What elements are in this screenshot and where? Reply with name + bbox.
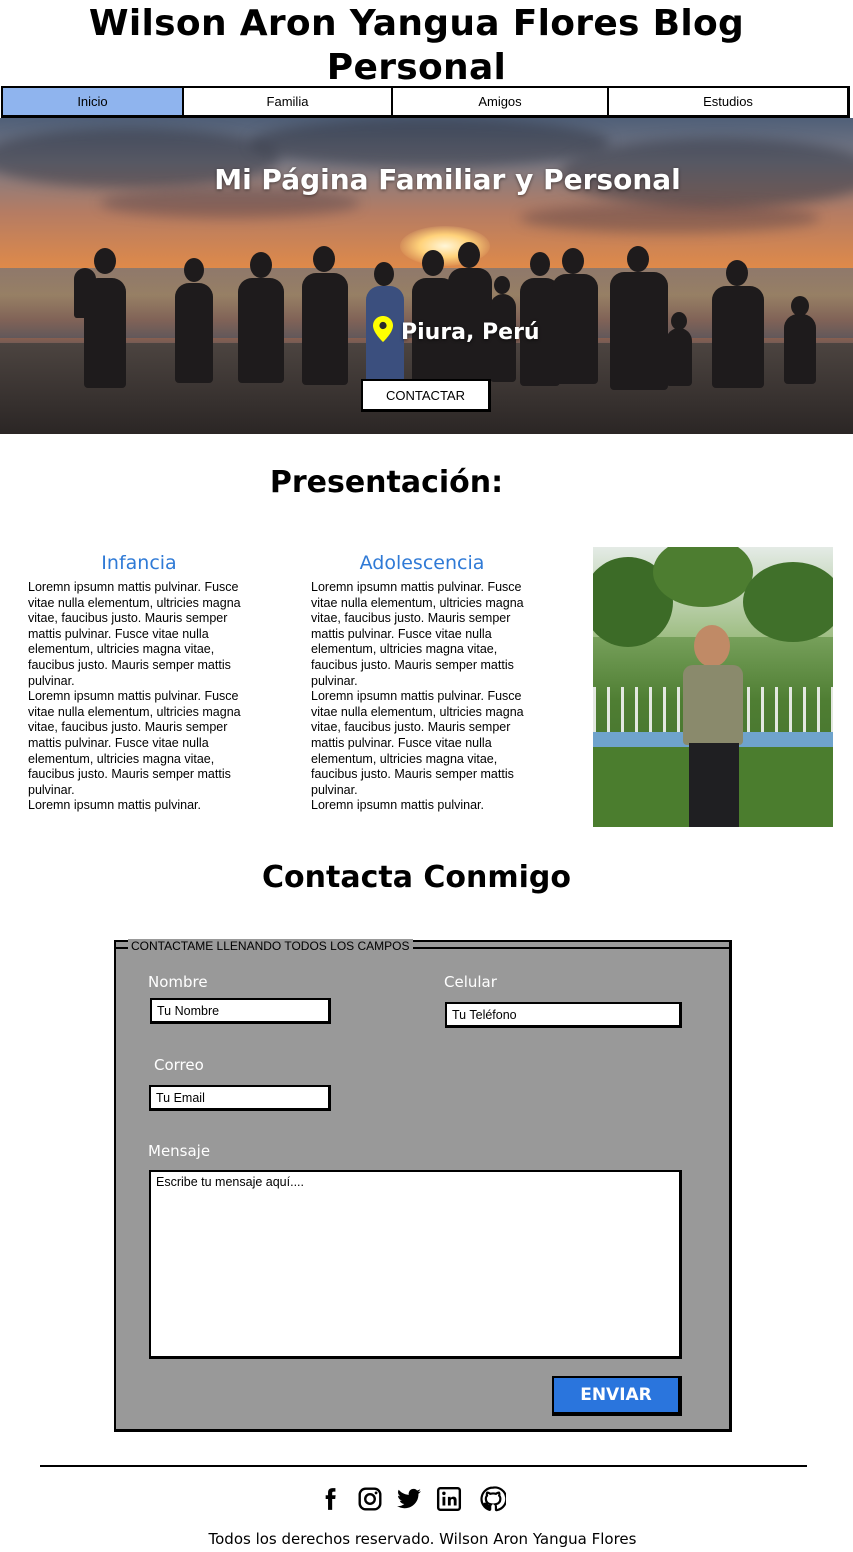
footer-divider: [40, 1465, 807, 1467]
infancia-text: Loremn ipsumn mattis pulvinar. Fusce vit…: [28, 580, 241, 813]
infancia-title: Infancia: [101, 552, 177, 574]
message-label: Mensaje: [148, 1142, 211, 1160]
twitter-icon[interactable]: [396, 1486, 422, 1512]
adolescencia-text: Loremn ipsumn mattis pulvinar. Fusce vit…: [311, 580, 524, 813]
nav-item-estudios[interactable]: Estudios: [609, 88, 847, 115]
email-label: Correo: [154, 1056, 204, 1074]
contact-form: CONTACTAME LLENANDO TODOS LOS CAMPOS Nom…: [114, 939, 732, 1432]
map-pin-icon: [373, 316, 401, 348]
site-title: Wilson Aron Yangua Flores Blog Personal: [88, 3, 745, 88]
instagram-icon[interactable]: [357, 1486, 383, 1512]
hero-banner: Mi Página Familiar y Personal Piura, Per…: [0, 118, 853, 434]
hero-title: Mi Página Familiar y Personal: [214, 163, 681, 196]
nav-item-amigos[interactable]: Amigos: [393, 88, 609, 115]
phone-label: Celular: [444, 973, 497, 991]
github-icon[interactable]: [480, 1486, 508, 1512]
enviar-button[interactable]: ENVIAR: [552, 1376, 682, 1416]
adolescencia-title: Adolescencia: [359, 552, 485, 574]
presentation-title: Presentación:: [269, 465, 504, 500]
nav-item-inicio[interactable]: Inicio: [3, 88, 184, 115]
nav-item-familia[interactable]: Familia: [184, 88, 393, 115]
hero-location: Piura, Perú: [373, 316, 540, 348]
phone-input[interactable]: [445, 1002, 682, 1028]
main-nav: Inicio Familia Amigos Estudios: [1, 86, 850, 118]
copyright-text: Todos los derechos reservado. Wilson Aro…: [208, 1530, 637, 1548]
form-legend: CONTACTAME LLENANDO TODOS LOS CAMPOS: [128, 939, 413, 953]
contact-title: Contacta Conmigo: [262, 860, 571, 895]
name-input[interactable]: [150, 998, 331, 1024]
facebook-icon[interactable]: [317, 1486, 343, 1512]
hero-location-text: Piura, Perú: [401, 319, 540, 345]
contactar-button[interactable]: CONTACTAR: [361, 379, 491, 412]
message-textarea[interactable]: [149, 1170, 682, 1359]
name-label: Nombre: [148, 973, 208, 991]
linkedin-icon[interactable]: [436, 1486, 462, 1512]
email-input[interactable]: [149, 1085, 331, 1111]
profile-photo: [593, 547, 833, 827]
